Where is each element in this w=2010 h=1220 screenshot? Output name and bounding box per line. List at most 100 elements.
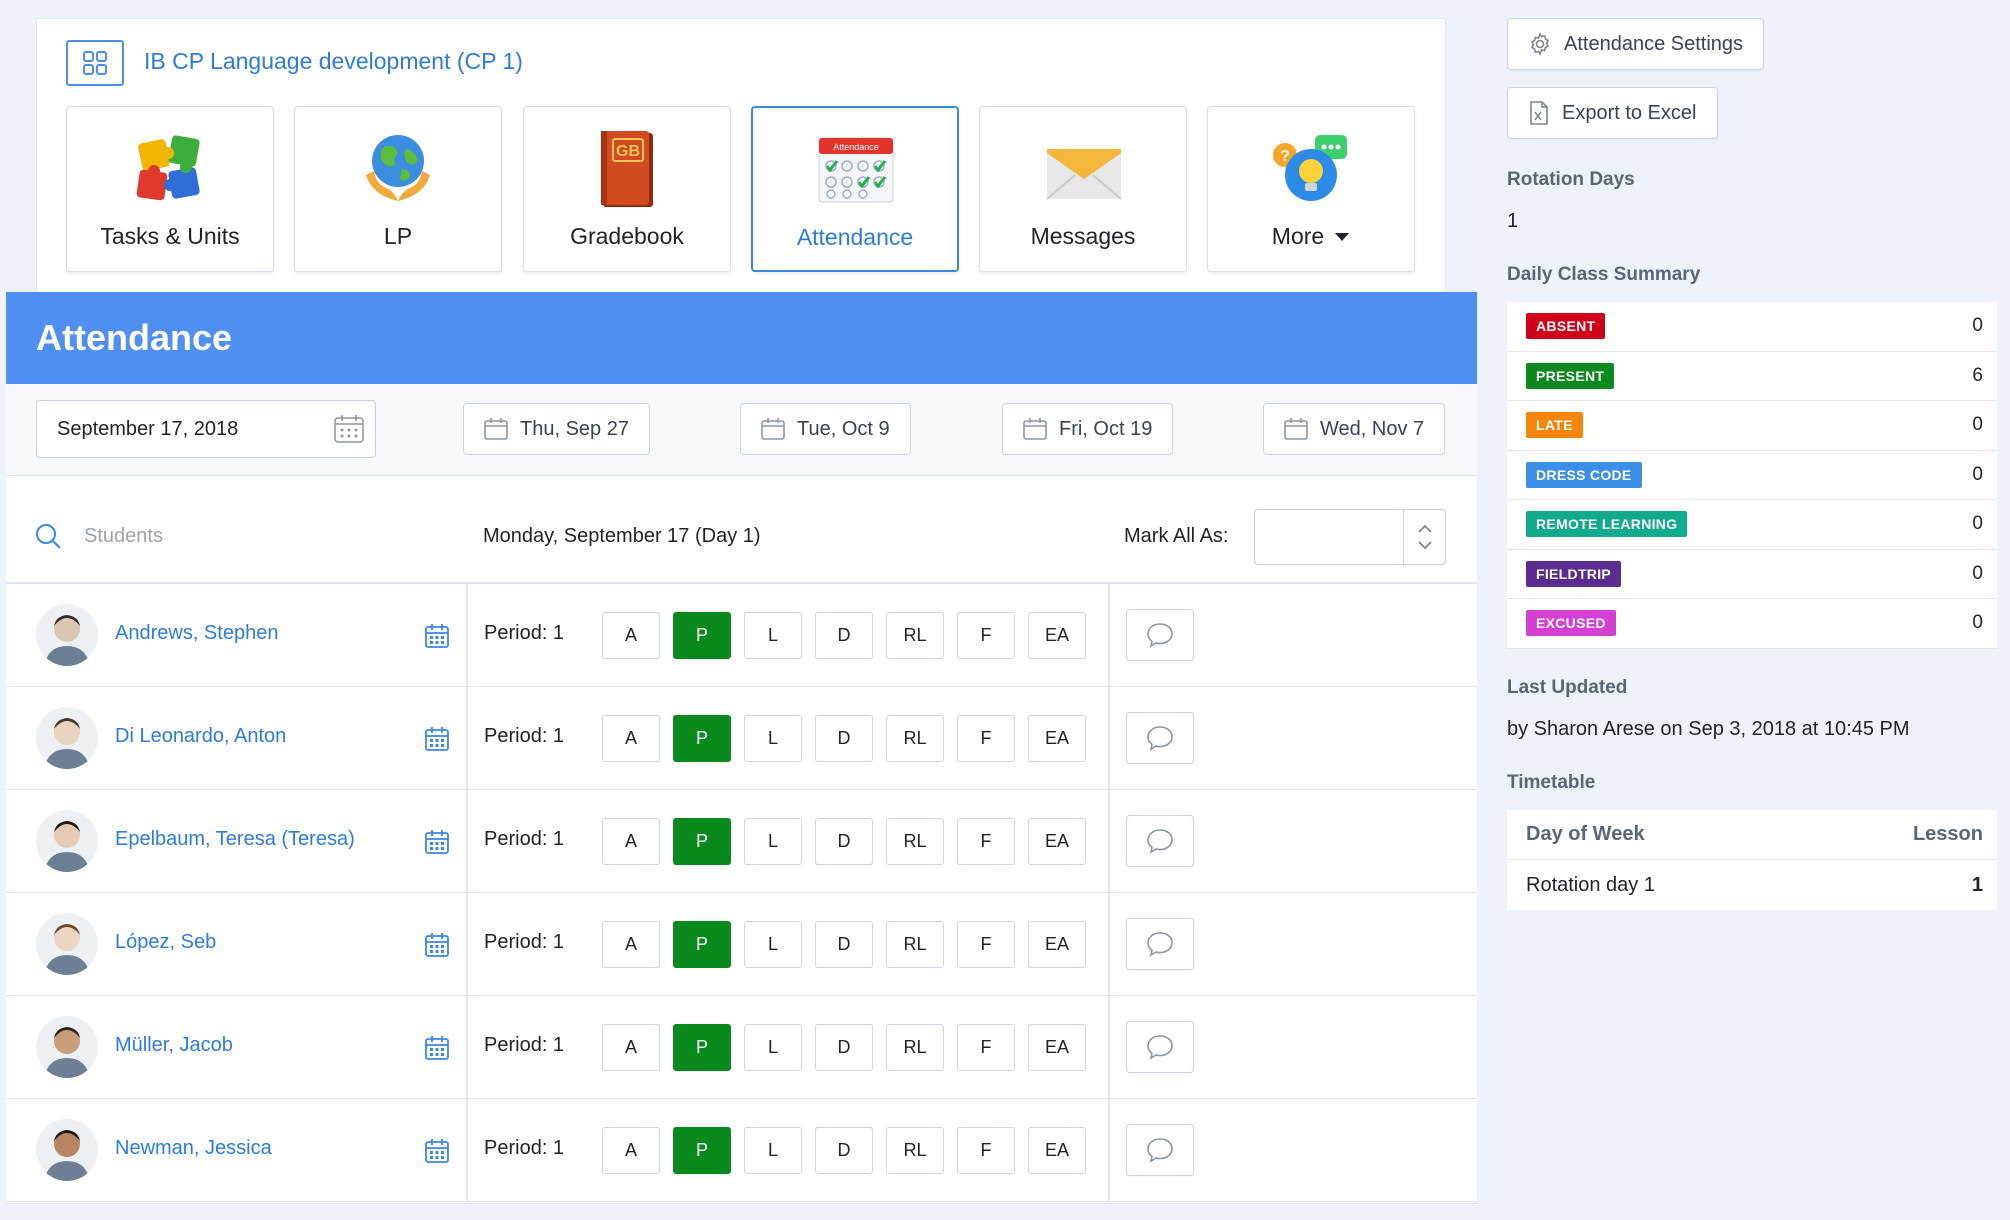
code-button-f[interactable]: F	[957, 612, 1015, 659]
quick-date-button[interactable]: Thu, Sep 27	[463, 403, 650, 455]
tile-messages[interactable]: Messages	[979, 106, 1187, 272]
chevron-down-icon[interactable]	[1417, 540, 1433, 550]
tile-attendance[interactable]: Attendance Attendance	[751, 106, 959, 272]
code-button-ea[interactable]: EA	[1028, 921, 1086, 968]
code-button-rl[interactable]: RL	[886, 1127, 944, 1174]
student-name-link[interactable]: Epelbaum, Teresa (Teresa)	[115, 828, 355, 851]
column-divider	[466, 996, 468, 1098]
tile-tasks-units[interactable]: Tasks & Units	[66, 106, 274, 272]
period-label: Period: 1	[484, 1034, 565, 1056]
student-name-link[interactable]: Andrews, Stephen	[115, 622, 278, 645]
code-button-ea[interactable]: EA	[1028, 1127, 1086, 1174]
code-button-rl[interactable]: RL	[886, 715, 944, 762]
code-button-d[interactable]: D	[815, 612, 873, 659]
code-button-a[interactable]: A	[602, 612, 660, 659]
comment-bubble-icon	[1147, 726, 1173, 751]
student-calendar-icon[interactable]	[424, 1138, 450, 1169]
comment-button[interactable]	[1126, 712, 1194, 764]
code-button-p[interactable]: P	[673, 818, 731, 865]
code-button-p[interactable]: P	[673, 1127, 731, 1174]
quick-date-button[interactable]: Tue, Oct 9	[740, 403, 911, 455]
mark-all-select[interactable]	[1254, 509, 1446, 565]
code-button-ea[interactable]: EA	[1028, 612, 1086, 659]
student-name-link[interactable]: Newman, Jessica	[115, 1137, 272, 1160]
student-calendar-icon[interactable]	[424, 623, 450, 654]
code-button-d[interactable]: D	[815, 1024, 873, 1071]
tile-gradebook[interactable]: GB Gradebook	[523, 106, 731, 272]
summary-row-dress-code: DRESS CODE 0	[1507, 451, 1997, 500]
code-button-a[interactable]: A	[602, 715, 660, 762]
code-button-l[interactable]: L	[744, 818, 802, 865]
date-picker-input[interactable]: September 17, 2018	[36, 400, 376, 458]
code-button-rl[interactable]: RL	[886, 818, 944, 865]
attendance-settings-label: Attendance Settings	[1564, 32, 1744, 55]
more-label: More	[1271, 223, 1325, 249]
code-button-d[interactable]: D	[815, 715, 873, 762]
comment-button[interactable]	[1126, 815, 1194, 867]
code-button-f[interactable]: F	[957, 818, 1015, 865]
summary-row-excused: EXCUSED 0	[1507, 599, 1997, 649]
column-divider	[1108, 790, 1110, 892]
code-button-ea[interactable]: EA	[1028, 818, 1086, 865]
comment-button[interactable]	[1126, 609, 1194, 661]
attendance-settings-button[interactable]: Attendance Settings	[1507, 18, 1765, 70]
code-button-d[interactable]: D	[815, 921, 873, 968]
quick-date-button[interactable]: Fri, Oct 19	[1002, 403, 1174, 455]
code-button-f[interactable]: F	[957, 1024, 1015, 1071]
tile-lp[interactable]: LP	[294, 106, 502, 272]
comment-button[interactable]	[1126, 1124, 1194, 1176]
student-calendar-icon[interactable]	[424, 932, 450, 963]
code-button-l[interactable]: L	[744, 1024, 802, 1071]
summary-row-present: PRESENT 6	[1507, 352, 1997, 401]
apps-grid-button[interactable]	[66, 40, 124, 86]
student-search[interactable]: Students	[34, 522, 163, 550]
date-value: September 17, 2018	[57, 417, 239, 440]
code-button-f[interactable]: F	[957, 1127, 1015, 1174]
avatar	[36, 1119, 98, 1181]
student-calendar-icon[interactable]	[424, 829, 450, 860]
code-button-a[interactable]: A	[602, 1127, 660, 1174]
code-button-l[interactable]: L	[744, 1127, 802, 1174]
course-title[interactable]: IB CP Language development (CP 1)	[144, 48, 523, 75]
export-excel-button[interactable]: Export to Excel	[1507, 87, 1718, 139]
code-button-ea[interactable]: EA	[1028, 1024, 1086, 1071]
comment-bubble-icon	[1147, 932, 1173, 957]
code-button-d[interactable]: D	[815, 1127, 873, 1174]
comment-bubble-icon	[1147, 1035, 1173, 1060]
code-button-rl[interactable]: RL	[886, 612, 944, 659]
student-name-link[interactable]: López, Seb	[115, 931, 216, 954]
code-button-p[interactable]: P	[673, 715, 731, 762]
code-button-ea[interactable]: EA	[1028, 715, 1086, 762]
calendar-icon	[1284, 418, 1308, 440]
comment-button[interactable]	[1126, 1021, 1194, 1073]
code-button-rl[interactable]: RL	[886, 921, 944, 968]
code-button-f[interactable]: F	[957, 715, 1015, 762]
code-button-a[interactable]: A	[602, 1024, 660, 1071]
code-button-l[interactable]: L	[744, 612, 802, 659]
code-button-a[interactable]: A	[602, 818, 660, 865]
student-name-link[interactable]: Müller, Jacob	[115, 1034, 233, 1057]
code-button-f[interactable]: F	[957, 921, 1015, 968]
code-button-p[interactable]: P	[673, 921, 731, 968]
attendance-code-group: A P L D RL F EA	[602, 1127, 1086, 1174]
comment-button[interactable]	[1126, 918, 1194, 970]
tile-more[interactable]: ? More	[1207, 106, 1415, 272]
student-calendar-icon[interactable]	[424, 726, 450, 757]
code-button-a[interactable]: A	[602, 921, 660, 968]
avatar	[36, 707, 98, 769]
timetable: Day of Week Lesson Rotation day 1 1	[1507, 810, 1997, 910]
quick-date-button[interactable]: Wed, Nov 7	[1263, 403, 1446, 455]
quick-date-label: Thu, Sep 27	[520, 417, 629, 440]
rotation-days-heading: Rotation Days	[1507, 169, 1635, 190]
excel-file-icon	[1530, 101, 1548, 125]
mark-all-spinner[interactable]	[1403, 510, 1445, 564]
code-button-d[interactable]: D	[815, 818, 873, 865]
code-button-l[interactable]: L	[744, 715, 802, 762]
code-button-p[interactable]: P	[673, 612, 731, 659]
student-calendar-icon[interactable]	[424, 1035, 450, 1066]
chevron-up-icon[interactable]	[1417, 524, 1433, 534]
student-name-link[interactable]: Di Leonardo, Anton	[115, 725, 286, 748]
code-button-p[interactable]: P	[673, 1024, 731, 1071]
code-button-l[interactable]: L	[744, 921, 802, 968]
code-button-rl[interactable]: RL	[886, 1024, 944, 1071]
